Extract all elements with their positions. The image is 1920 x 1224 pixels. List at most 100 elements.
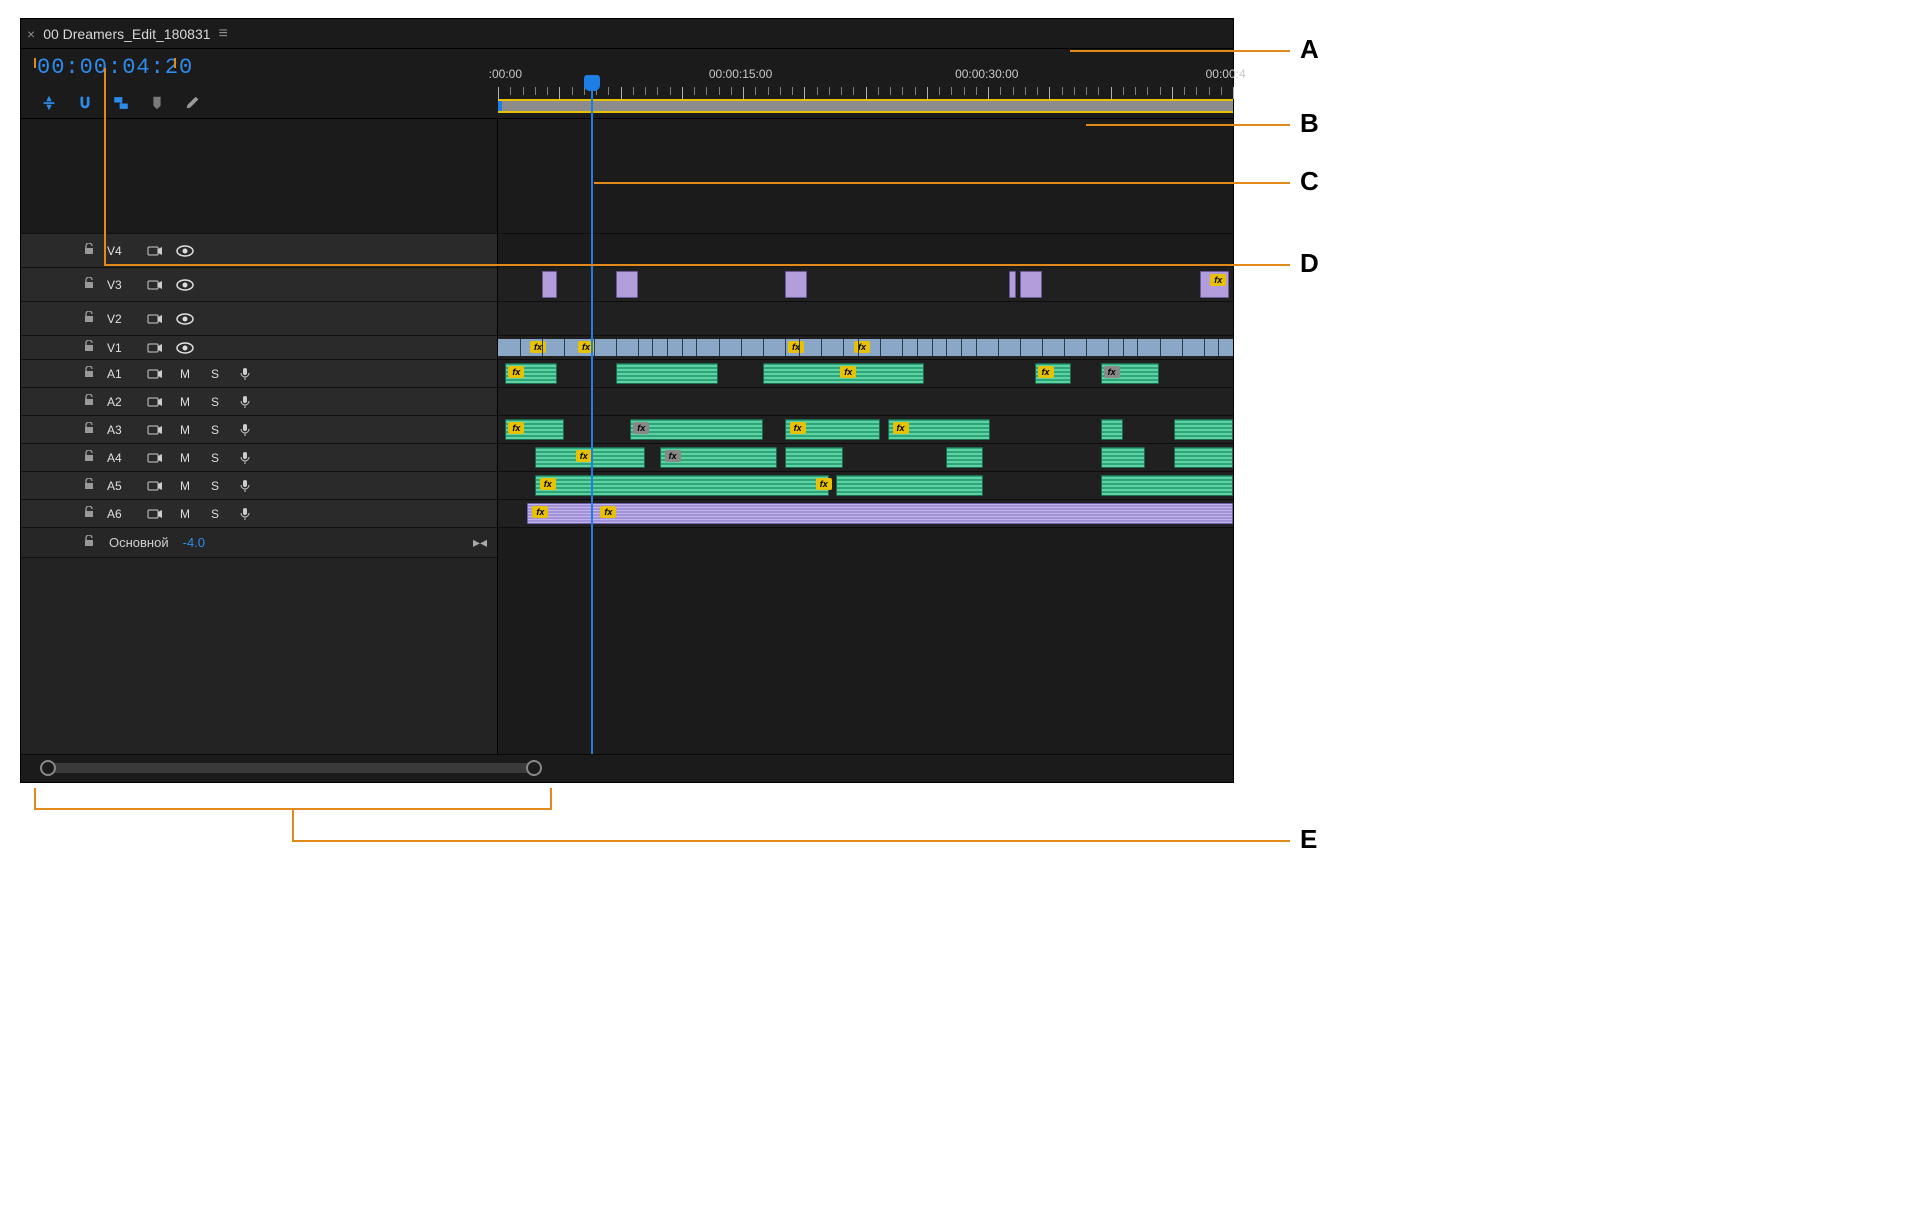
- time-ruler[interactable]: :00:00 00:00:15:00 00:00:30:00 00:00:4: [498, 49, 1233, 118]
- audio-clip[interactable]: [946, 447, 983, 468]
- track-header-a2[interactable]: A2 M S: [21, 388, 497, 416]
- lock-icon[interactable]: [83, 340, 97, 355]
- voiceover-record-icon[interactable]: [235, 367, 255, 381]
- mute-button[interactable]: M: [175, 507, 195, 521]
- audio-clip[interactable]: [616, 363, 719, 384]
- lane-a1[interactable]: fx fx fx fx: [498, 360, 1233, 388]
- sync-lock-icon[interactable]: [145, 424, 165, 436]
- marker-icon[interactable]: [147, 93, 167, 113]
- playhead-handle[interactable]: [584, 75, 600, 91]
- zoom-handle-left[interactable]: [40, 760, 56, 776]
- lock-icon[interactable]: [83, 478, 97, 493]
- toggle-track-output-icon[interactable]: [175, 279, 195, 291]
- track-header-v4[interactable]: V4: [21, 234, 497, 268]
- audio-clip[interactable]: fx: [630, 419, 762, 440]
- track-header-a1[interactable]: A1 M S: [21, 360, 497, 388]
- audio-clip[interactable]: fx: [505, 419, 564, 440]
- audio-clip[interactable]: fx: [660, 447, 778, 468]
- lock-icon[interactable]: [83, 311, 97, 326]
- solo-button[interactable]: S: [205, 507, 225, 521]
- lock-icon[interactable]: [83, 535, 95, 550]
- clip-area[interactable]: fx fx fx fx fx fx fx fx fx fx fx: [498, 119, 1233, 754]
- lane-a2[interactable]: [498, 388, 1233, 416]
- audio-clip[interactable]: fx: [1035, 363, 1072, 384]
- master-meter-icon[interactable]: ▸◂: [473, 534, 487, 551]
- v1-main-track[interactable]: fx fx fx fx: [498, 339, 1233, 356]
- lock-icon[interactable]: [83, 422, 97, 437]
- in-point-marker[interactable]: [498, 101, 502, 111]
- voiceover-record-icon[interactable]: [235, 479, 255, 493]
- track-header-v2[interactable]: V2: [21, 302, 497, 336]
- lane-a6[interactable]: fx fx: [498, 500, 1233, 528]
- close-tab-button[interactable]: ×: [27, 26, 35, 42]
- solo-button[interactable]: S: [205, 479, 225, 493]
- lock-icon[interactable]: [83, 450, 97, 465]
- lock-icon[interactable]: [83, 366, 97, 381]
- zoom-scrollbar-track[interactable]: [41, 763, 541, 773]
- video-clip[interactable]: [785, 271, 807, 298]
- video-clip[interactable]: [542, 271, 557, 298]
- work-area-bar[interactable]: [498, 99, 1233, 113]
- lane-a3[interactable]: fx fx fx fx: [498, 416, 1233, 444]
- zoom-handle-right[interactable]: [526, 760, 542, 776]
- toggle-track-output-icon[interactable]: [175, 245, 195, 257]
- sync-lock-icon[interactable]: [145, 452, 165, 464]
- solo-button[interactable]: S: [205, 423, 225, 437]
- lane-v2[interactable]: [498, 302, 1233, 336]
- linked-selection-icon[interactable]: [111, 93, 131, 113]
- panel-menu-icon[interactable]: ≡: [219, 25, 228, 43]
- mute-button[interactable]: M: [175, 451, 195, 465]
- sequence-tab-title[interactable]: 00 Dreamers_Edit_180831: [43, 26, 210, 42]
- audio-clip[interactable]: fx: [763, 363, 925, 384]
- lane-v3[interactable]: fx: [498, 268, 1233, 302]
- sync-lock-icon[interactable]: [145, 279, 165, 291]
- toggle-track-output-icon[interactable]: [175, 342, 195, 354]
- lock-icon[interactable]: [83, 243, 97, 258]
- playhead[interactable]: [591, 89, 593, 754]
- snap-icon[interactable]: [75, 93, 95, 113]
- solo-button[interactable]: S: [205, 395, 225, 409]
- audio-clip[interactable]: [1101, 447, 1145, 468]
- track-header-a3[interactable]: A3 M S: [21, 416, 497, 444]
- sync-lock-icon[interactable]: [145, 368, 165, 380]
- track-header-a5[interactable]: A5 M S: [21, 472, 497, 500]
- track-header-v3[interactable]: V3: [21, 268, 497, 302]
- audio-clip[interactable]: fxfx: [535, 475, 829, 496]
- mute-button[interactable]: M: [175, 479, 195, 493]
- lock-icon[interactable]: [83, 277, 97, 292]
- solo-button[interactable]: S: [205, 451, 225, 465]
- sync-lock-icon[interactable]: [145, 313, 165, 325]
- audio-clip[interactable]: [1101, 475, 1233, 496]
- lane-a4[interactable]: fx fx: [498, 444, 1233, 472]
- video-clip[interactable]: [1009, 271, 1016, 298]
- sync-lock-icon[interactable]: [145, 480, 165, 492]
- sync-lock-icon[interactable]: [145, 508, 165, 520]
- lock-icon[interactable]: [83, 506, 97, 521]
- voiceover-record-icon[interactable]: [235, 451, 255, 465]
- voiceover-record-icon[interactable]: [235, 423, 255, 437]
- solo-button[interactable]: S: [205, 367, 225, 381]
- voiceover-record-icon[interactable]: [235, 395, 255, 409]
- track-header-a4[interactable]: A4 M S: [21, 444, 497, 472]
- audio-clip[interactable]: fx: [888, 419, 991, 440]
- audio-clip[interactable]: [785, 447, 844, 468]
- lock-icon[interactable]: [83, 394, 97, 409]
- audio-clip[interactable]: fx: [785, 419, 881, 440]
- audio-clip[interactable]: [1174, 447, 1233, 468]
- mute-button[interactable]: M: [175, 367, 195, 381]
- lane-a5[interactable]: fxfx: [498, 472, 1233, 500]
- sync-lock-icon[interactable]: [145, 245, 165, 257]
- voiceover-record-icon[interactable]: [235, 507, 255, 521]
- mute-button[interactable]: M: [175, 423, 195, 437]
- audio-clip[interactable]: [836, 475, 983, 496]
- insert-overwrite-icon[interactable]: [39, 93, 59, 113]
- master-track-header[interactable]: Основной -4.0 ▸◂: [21, 528, 497, 558]
- video-clip[interactable]: [1020, 271, 1042, 298]
- audio-clip[interactable]: fx: [535, 447, 645, 468]
- sync-lock-icon[interactable]: [145, 342, 165, 354]
- audio-clip[interactable]: fx: [1101, 363, 1160, 384]
- settings-icon[interactable]: [183, 93, 203, 113]
- music-clip[interactable]: fx fx: [527, 503, 1233, 524]
- track-header-v1[interactable]: V1: [21, 336, 497, 360]
- lane-v1[interactable]: fx fx fx fx: [498, 336, 1233, 360]
